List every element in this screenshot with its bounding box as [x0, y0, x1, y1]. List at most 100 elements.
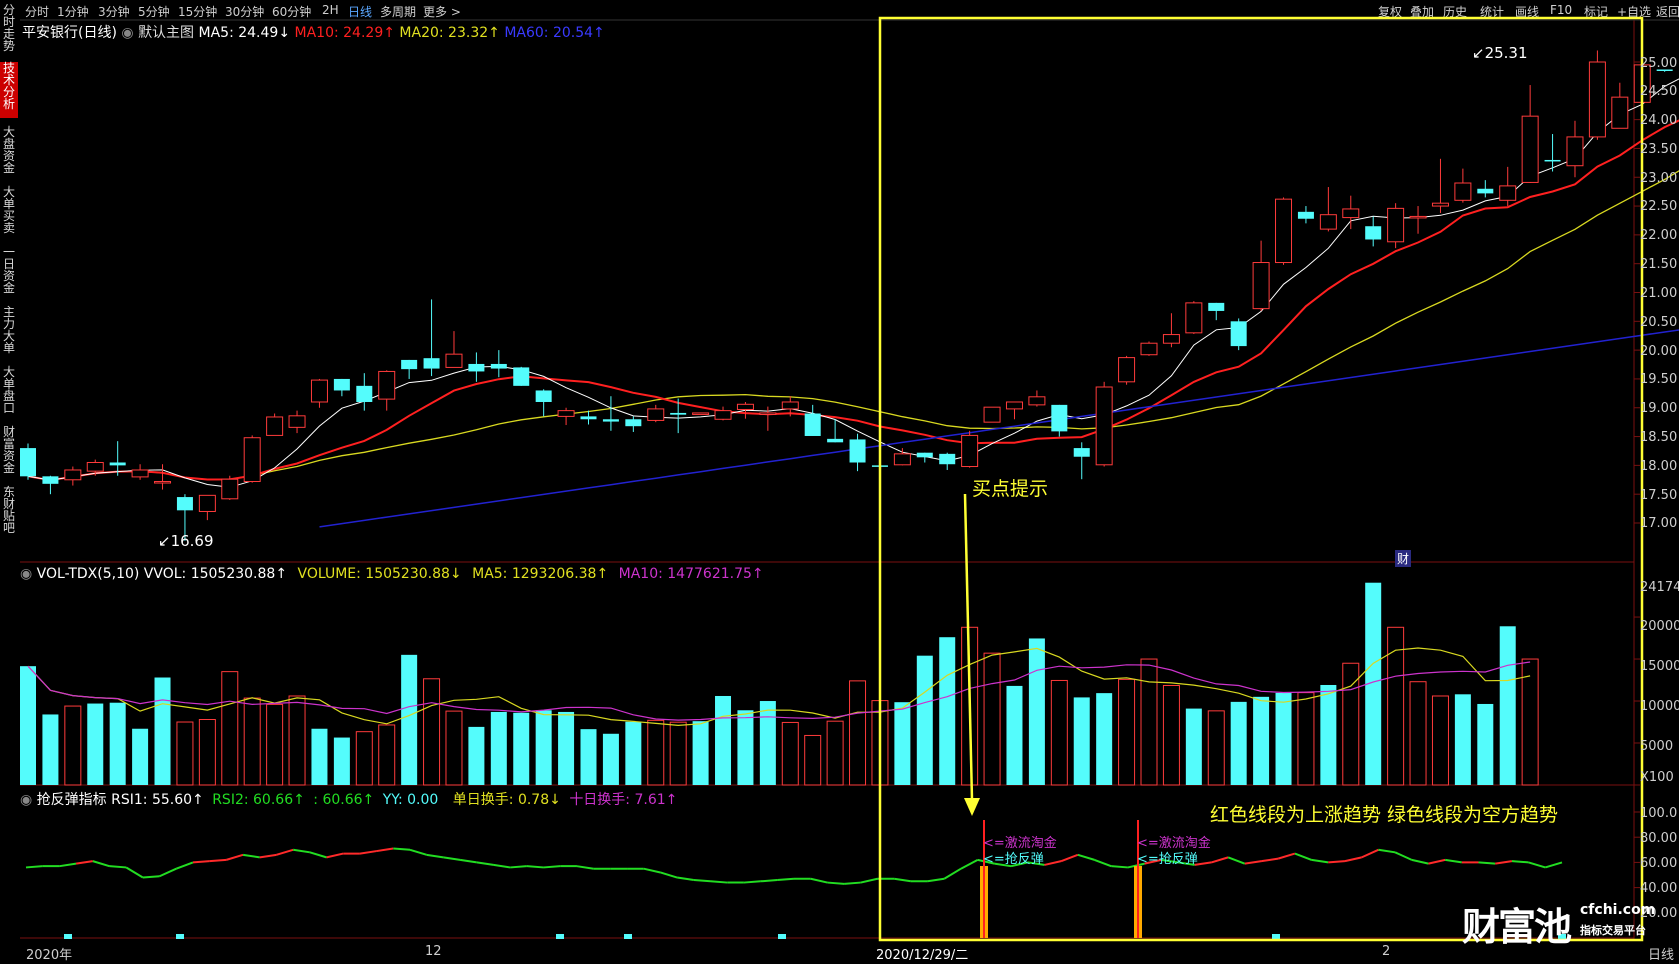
volume-bar-up	[1409, 681, 1427, 786]
volume-bar-down	[894, 702, 911, 785]
indicator-marker	[778, 934, 786, 939]
candle-body-up	[1162, 334, 1180, 344]
candle-body-up	[1275, 198, 1293, 264]
volume-bar-up	[804, 734, 822, 786]
volume-bar-down	[580, 729, 597, 785]
rsi-segment	[1328, 860, 1346, 864]
candle-body-down	[916, 452, 933, 458]
candle-body-down	[827, 438, 844, 443]
candle-body-up	[445, 353, 463, 368]
price-tick: 20.00	[1640, 344, 1678, 359]
rsi-segment	[710, 880, 728, 884]
volume-bar-down	[1320, 684, 1337, 785]
rsi-segment	[1244, 860, 1262, 865]
rsi-segment	[660, 871, 678, 879]
volume-bar-down	[1185, 708, 1202, 785]
rsi-segment	[242, 853, 260, 859]
candle-body-down	[401, 359, 418, 370]
date-label: 2	[1382, 944, 1391, 959]
candle-body-down	[109, 462, 126, 466]
volume-bar-up	[1342, 662, 1360, 786]
rsi-segment	[510, 865, 527, 869]
rsi-segment	[409, 848, 427, 856]
candle-body-up	[1118, 357, 1136, 383]
rsi-segment	[459, 858, 477, 864]
volume-bar-up	[64, 705, 82, 786]
rsi-segment	[276, 848, 294, 856]
rsi-segment	[476, 861, 494, 866]
candle-body-up	[781, 401, 799, 410]
candle-body-up	[86, 461, 104, 472]
high-price-value: 25.31	[1484, 44, 1528, 62]
rsi-segment	[393, 847, 411, 851]
candle-body-down	[580, 416, 597, 420]
watermark-site: cfchi.com	[1580, 902, 1656, 918]
volume-bar-down	[737, 710, 754, 785]
volume-bar-down	[132, 728, 149, 785]
indicator-tick: 100.0	[1640, 806, 1678, 821]
candle-body-up	[1387, 207, 1405, 243]
buy-point-label: 买点提示	[972, 478, 1049, 500]
watermark-slogan: 指标交易平台	[1580, 924, 1646, 937]
watermark-logo: 财富池	[1462, 905, 1572, 949]
volume-bar-down	[333, 737, 350, 785]
volume-bar-up	[445, 710, 463, 786]
rsi-segment	[1495, 860, 1513, 865]
volume-bar-down	[939, 637, 956, 785]
candle-body-down	[42, 476, 59, 484]
rsi-segment	[426, 853, 444, 859]
rsi-segment	[259, 853, 277, 859]
rsi-segment	[1311, 858, 1329, 864]
rsi-segment	[1528, 861, 1546, 869]
volume-tick: 24174	[1640, 580, 1679, 595]
low-price-value: 16.69	[170, 532, 214, 550]
indicator-tick: 40.00	[1640, 881, 1678, 896]
candle-body-up	[1095, 386, 1113, 466]
price-tick: 18.50	[1640, 430, 1678, 445]
rsi-segment	[75, 860, 93, 865]
candle-body-up	[1319, 214, 1337, 230]
candle-body-up	[310, 379, 328, 403]
volume-bar-down	[1275, 692, 1292, 785]
candle-body-up	[1140, 342, 1158, 356]
candle-body-up	[1454, 182, 1472, 201]
date-label: 12	[425, 944, 442, 959]
candle-body-up	[759, 412, 777, 415]
volume-bar-down	[1096, 693, 1113, 785]
price-tick: 22.00	[1640, 228, 1678, 243]
volume-bar-down	[535, 710, 552, 785]
volume-bar-up	[1521, 658, 1539, 786]
volume-bar-up	[669, 721, 687, 786]
candle-body-up	[378, 370, 396, 400]
candlestick-series	[20, 44, 1673, 541]
date-label: 2020年	[26, 948, 73, 963]
rsi-segment	[1478, 861, 1496, 865]
price-tick: 18.00	[1640, 459, 1678, 474]
candle-body-up	[198, 494, 216, 512]
rsi-segment	[292, 848, 310, 854]
candle-body-down	[490, 363, 507, 369]
rsi-segment	[1060, 853, 1079, 863]
volume-bar-up	[1050, 679, 1068, 786]
candle-body-up	[692, 412, 710, 415]
candle-body-down	[939, 453, 956, 465]
volume-bar-up	[266, 703, 284, 786]
date-label-selected: 2020/12/29/二	[876, 948, 969, 963]
candle-body-up	[1499, 185, 1517, 201]
indicator-marker	[1272, 934, 1280, 939]
rsi-segment	[1094, 858, 1112, 868]
candle-body-up	[1611, 96, 1629, 129]
rsi-segment	[493, 863, 511, 869]
rsi-segment	[743, 880, 761, 884]
rsi-segment	[376, 847, 394, 853]
volume-bar-down	[87, 703, 104, 785]
volume-bar-down	[42, 714, 59, 785]
rsi-segment	[1111, 865, 1128, 869]
rsi-segment	[1261, 857, 1279, 863]
low-price-label: ↙16.69	[158, 532, 214, 550]
candle-body-up	[1409, 215, 1427, 219]
price-tick: 20.50	[1640, 315, 1678, 330]
rsi-segment	[927, 877, 945, 883]
stock-chart-stage: 分时 1分钟 3分钟 5分钟 15分钟 30分钟 60分钟 2H 日线 多周期 …	[0, 0, 1679, 964]
volume-tick: 5000	[1640, 739, 1674, 754]
